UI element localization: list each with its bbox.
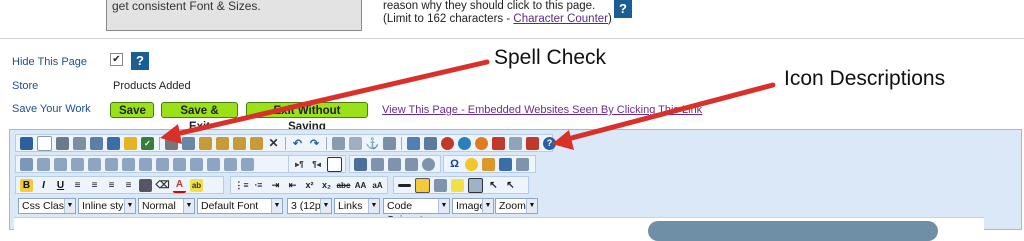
icon-descriptions-arrowhead	[552, 130, 574, 150]
spell-check-arrowhead	[160, 124, 182, 144]
spell-check-arrow	[169, 59, 490, 138]
annotation-arrows	[160, 59, 776, 150]
icon-descriptions-arrow	[561, 82, 776, 143]
